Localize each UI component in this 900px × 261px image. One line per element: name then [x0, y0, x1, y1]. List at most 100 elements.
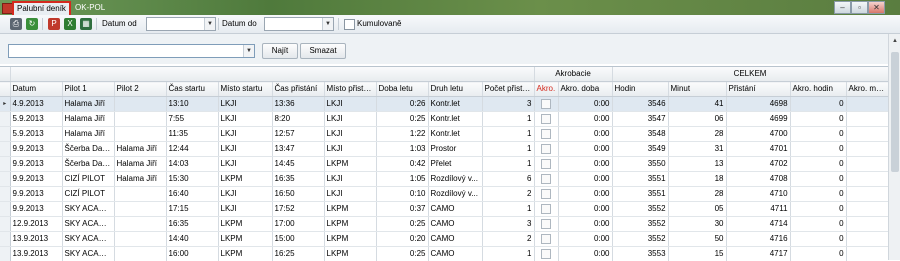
row-selector[interactable] — [0, 127, 10, 142]
table-cell[interactable]: 14:03 — [166, 157, 218, 172]
table-cell[interactable]: 8:20 — [272, 112, 324, 127]
scrollbar-thumb[interactable] — [891, 52, 899, 172]
print-icon[interactable]: ⎙ — [10, 18, 22, 30]
table-cell[interactable]: 4716 — [726, 232, 790, 247]
table-cell[interactable]: 13.9.2013 — [10, 247, 62, 261]
row-selector[interactable] — [0, 142, 10, 157]
table-cell[interactable]: 05 — [668, 202, 726, 217]
akro-checkbox[interactable] — [541, 204, 551, 214]
table-cell[interactable]: 6 — [482, 172, 534, 187]
table-cell[interactable]: 0:00 — [558, 142, 612, 157]
table-cell[interactable] — [114, 97, 166, 112]
table-cell[interactable]: 3550 — [612, 157, 668, 172]
table-cell[interactable]: 9.9.2013 — [10, 142, 62, 157]
table-cell[interactable]: 4698 — [726, 97, 790, 112]
table-row[interactable]: 12.9.2013SKY ACADE...16:35LKPM17:00LKPM0… — [0, 217, 888, 232]
table-cell[interactable] — [114, 112, 166, 127]
table-row[interactable]: ▸4.9.2013Halama Jiří13:10LKJI13:36LKJI0:… — [0, 97, 888, 112]
table-cell[interactable]: 9.9.2013 — [10, 187, 62, 202]
table-cell[interactable] — [846, 217, 888, 232]
table-cell[interactable]: 0:37 — [376, 202, 428, 217]
table-cell[interactable]: LKJI — [324, 127, 376, 142]
table-cell[interactable] — [846, 97, 888, 112]
table-cell[interactable]: 0 — [790, 202, 846, 217]
table-cell[interactable]: 0 — [790, 187, 846, 202]
table-cell[interactable]: LKJI — [218, 97, 272, 112]
column-header[interactable]: Počet přistání — [482, 82, 534, 97]
table-cell[interactable]: 13:10 — [166, 97, 218, 112]
table-cell[interactable]: 4714 — [726, 217, 790, 232]
table-row[interactable]: 9.9.2013SKY ACADE...17:15LKJI17:52LKPM0:… — [0, 202, 888, 217]
table-cell[interactable]: 12.9.2013 — [10, 217, 62, 232]
table-cell[interactable]: LKJI — [218, 127, 272, 142]
table-cell[interactable]: 14:45 — [272, 157, 324, 172]
table-cell[interactable] — [846, 247, 888, 261]
column-header[interactable]: Přistání — [726, 82, 790, 97]
table-cell[interactable]: 0:25 — [376, 217, 428, 232]
table-cell[interactable]: 0 — [790, 127, 846, 142]
table-cell[interactable]: 4701 — [726, 142, 790, 157]
clear-button[interactable]: Smazat — [300, 43, 346, 59]
table-cell[interactable]: 9.9.2013 — [10, 157, 62, 172]
chevron-down-icon[interactable]: ▼ — [322, 18, 333, 30]
table-cell[interactable]: 16:25 — [272, 247, 324, 261]
akro-checkbox-cell[interactable] — [534, 172, 558, 187]
table-row[interactable]: 9.9.2013Ščerba DavidHalama Jiří12:44LKJI… — [0, 142, 888, 157]
table-cell[interactable]: Prostor — [428, 142, 482, 157]
table-cell[interactable]: 13:47 — [272, 142, 324, 157]
cumulative-checkbox[interactable] — [344, 19, 355, 30]
table-cell[interactable]: SKY ACADE... — [62, 247, 114, 261]
table-cell[interactable]: 3 — [482, 217, 534, 232]
search-input[interactable]: ▼ — [8, 44, 255, 58]
akro-checkbox[interactable] — [541, 219, 551, 229]
restore-button[interactable]: ▫ — [851, 1, 868, 14]
table-cell[interactable] — [114, 217, 166, 232]
table-cell[interactable]: Kontr.let — [428, 112, 482, 127]
table-cell[interactable]: 3553 — [612, 247, 668, 261]
table-cell[interactable]: CIZÍ PILOT — [62, 187, 114, 202]
table-cell[interactable]: 16:50 — [272, 187, 324, 202]
table-cell[interactable]: 3552 — [612, 217, 668, 232]
table-cell[interactable]: 0 — [790, 172, 846, 187]
table-row[interactable]: 13.9.2013SKY ACADE...16:00LKPM16:25LKPM0… — [0, 247, 888, 261]
table-cell[interactable]: LKPM — [324, 232, 376, 247]
row-selector[interactable] — [0, 232, 10, 247]
table-cell[interactable]: 3547 — [612, 112, 668, 127]
table-cell[interactable]: 0:00 — [558, 97, 612, 112]
table-cell[interactable]: LKPM — [218, 172, 272, 187]
column-header[interactable]: Druh letu — [428, 82, 482, 97]
column-header[interactable]: Akro. minut — [846, 82, 888, 97]
table-cell[interactable]: 15 — [668, 247, 726, 261]
table-cell[interactable]: 06 — [668, 112, 726, 127]
table-cell[interactable]: LKJI — [324, 112, 376, 127]
table-cell[interactable]: 1 — [482, 247, 534, 261]
table-cell[interactable] — [846, 187, 888, 202]
table-cell[interactable]: 0:00 — [558, 247, 612, 261]
table-cell[interactable]: Kontr.let — [428, 97, 482, 112]
table-cell[interactable]: Kontr.let — [428, 127, 482, 142]
row-selector[interactable] — [0, 157, 10, 172]
table-cell[interactable]: 13:36 — [272, 97, 324, 112]
table-cell[interactable]: 3548 — [612, 127, 668, 142]
table-cell[interactable]: 0 — [790, 97, 846, 112]
table-cell[interactable]: 0 — [790, 247, 846, 261]
row-selector[interactable] — [0, 247, 10, 261]
table-cell[interactable]: 1 — [482, 157, 534, 172]
table-cell[interactable]: 50 — [668, 232, 726, 247]
table-cell[interactable]: Halama Jiří — [114, 157, 166, 172]
table-cell[interactable]: 0 — [790, 142, 846, 157]
table-cell[interactable]: 3551 — [612, 172, 668, 187]
table-cell[interactable]: 18 — [668, 172, 726, 187]
column-header[interactable]: Pilot 1 — [62, 82, 114, 97]
table-cell[interactable]: 30 — [668, 217, 726, 232]
table-cell[interactable]: 4702 — [726, 157, 790, 172]
table-cell[interactable]: SKY ACADE... — [62, 202, 114, 217]
column-header[interactable]: Akro. — [534, 82, 558, 97]
column-header[interactable]: Datum — [10, 82, 62, 97]
table-cell[interactable]: LKJI — [324, 142, 376, 157]
table-cell[interactable]: 16:35 — [166, 217, 218, 232]
table-cell[interactable] — [846, 202, 888, 217]
find-button[interactable]: Najít — [262, 43, 298, 59]
table-cell[interactable]: LKPM — [324, 217, 376, 232]
table-cell[interactable]: LKJI — [218, 202, 272, 217]
